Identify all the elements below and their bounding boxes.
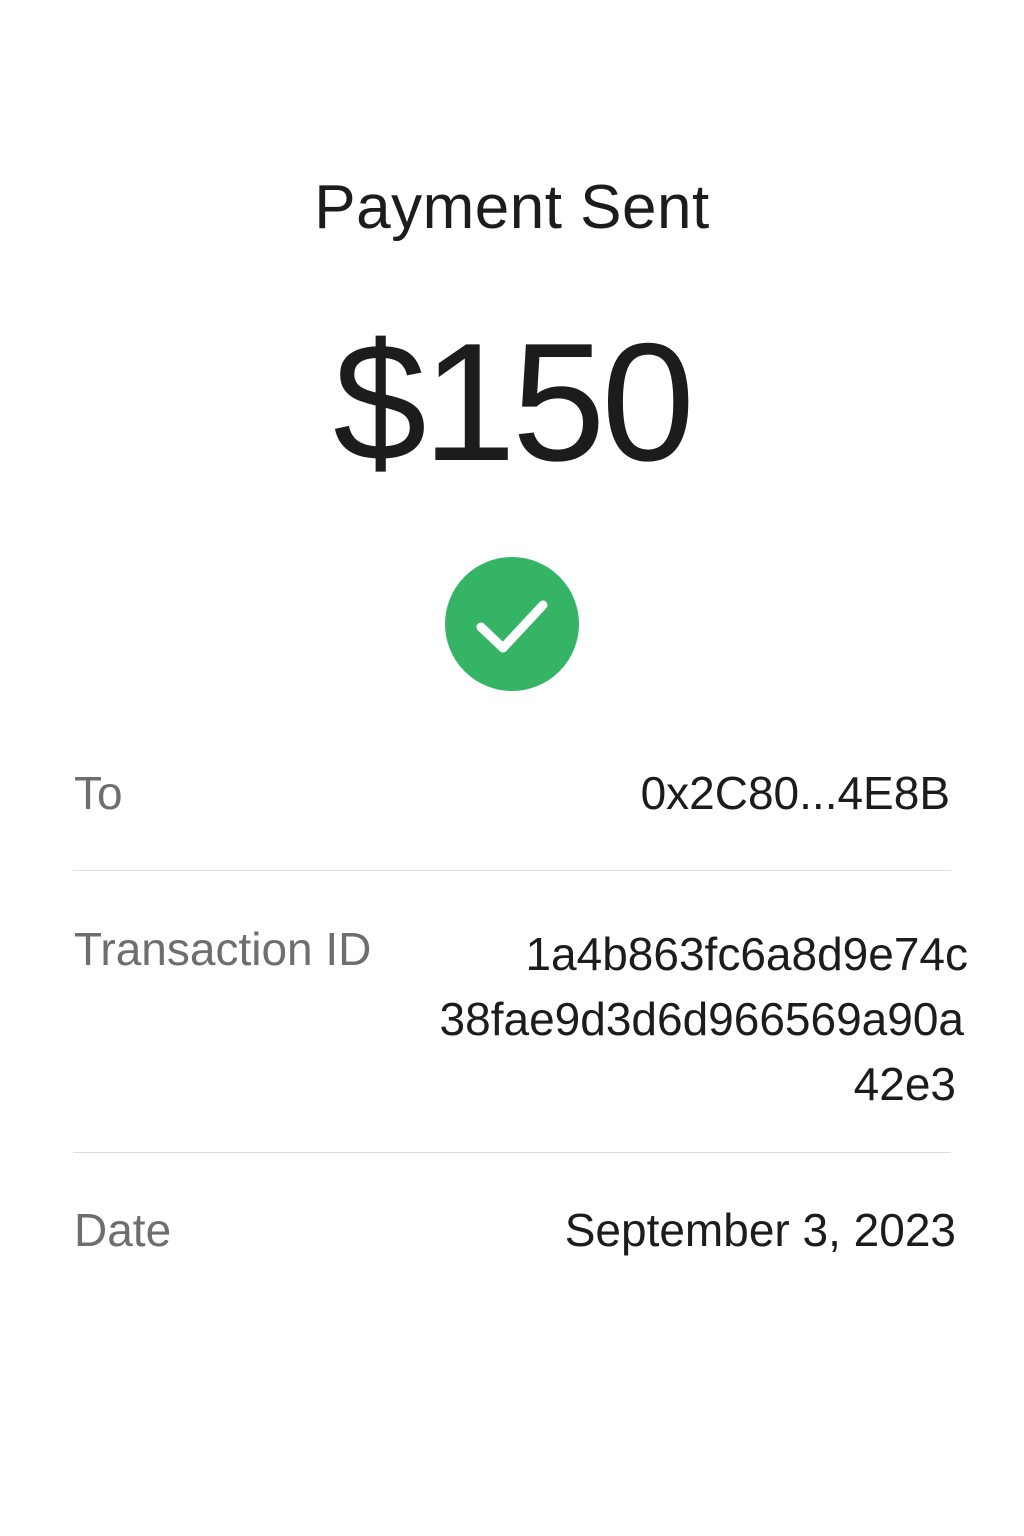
checkmark-circle-icon xyxy=(445,557,579,691)
transaction-id-line-2: 38fae9d3d6d966569a90a xyxy=(439,993,964,1045)
transaction-id-label: Transaction ID xyxy=(74,923,372,975)
date-label: Date xyxy=(74,1204,172,1256)
transaction-id-line-3: 42e3 xyxy=(853,1058,956,1110)
detail-row-date: Date September 3, 2023 xyxy=(74,1203,956,1263)
date-value: September 3, 2023 xyxy=(564,1204,956,1256)
to-label: To xyxy=(74,767,123,819)
payment-amount: $150 xyxy=(333,308,695,496)
transaction-id-line-1: 1a4b863fc6a8d9e74c xyxy=(525,928,968,980)
divider xyxy=(73,870,951,871)
checkmark-icon xyxy=(476,600,548,653)
recipient-address[interactable]: 0x2C80...4E8B xyxy=(641,766,950,820)
transaction-id-value[interactable]: 1a4b863fc6a8d9e74c 38fae9d3d6d966569a90a… xyxy=(368,922,968,1117)
page-title: Payment Sent xyxy=(314,173,710,242)
payment-confirmation-screen: Payment Sent $150 To 0x2C80...4E8B Trans… xyxy=(0,0,1024,1536)
divider xyxy=(73,1152,951,1153)
detail-row-to: To 0x2C80...4E8B xyxy=(74,766,956,826)
detail-row-transaction-id: Transaction ID 1a4b863fc6a8d9e74c 38fae9… xyxy=(74,922,968,1112)
